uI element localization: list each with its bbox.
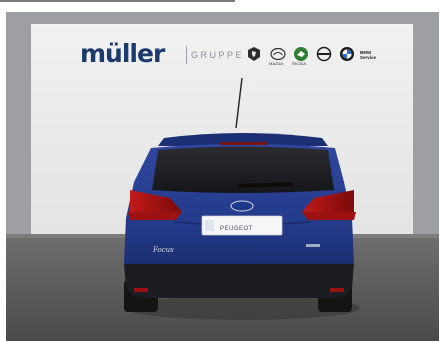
- skoda-caption: ŠKODA: [292, 61, 307, 66]
- ford-badge: [230, 200, 254, 212]
- top-border: [0, 0, 235, 2]
- brand-subtitle: GRUPPE: [191, 50, 245, 60]
- opel-icon: [316, 46, 332, 62]
- brand-wordmark: müller: [80, 39, 165, 68]
- bmw-icon: [340, 47, 354, 61]
- peugeot-lion-icon: [248, 47, 260, 61]
- mazda-icon: [270, 47, 286, 61]
- skoda-icon: [294, 47, 308, 61]
- scene-graphics: [6, 12, 439, 341]
- model-badge: Focus: [153, 246, 174, 254]
- license-plate-text: PEUGEOT: [220, 226, 253, 232]
- mazda-caption: MAZDA: [269, 61, 283, 66]
- bmw-service-label: BMW Service: [360, 50, 377, 60]
- brand-separator: [186, 46, 187, 64]
- photo-scene: müller GRUPPE MAZDA ŠKODA BMW Service PE…: [6, 12, 439, 341]
- left-reflector: [134, 288, 148, 292]
- right-reflector: [330, 288, 344, 292]
- rear-bumper: [124, 264, 354, 298]
